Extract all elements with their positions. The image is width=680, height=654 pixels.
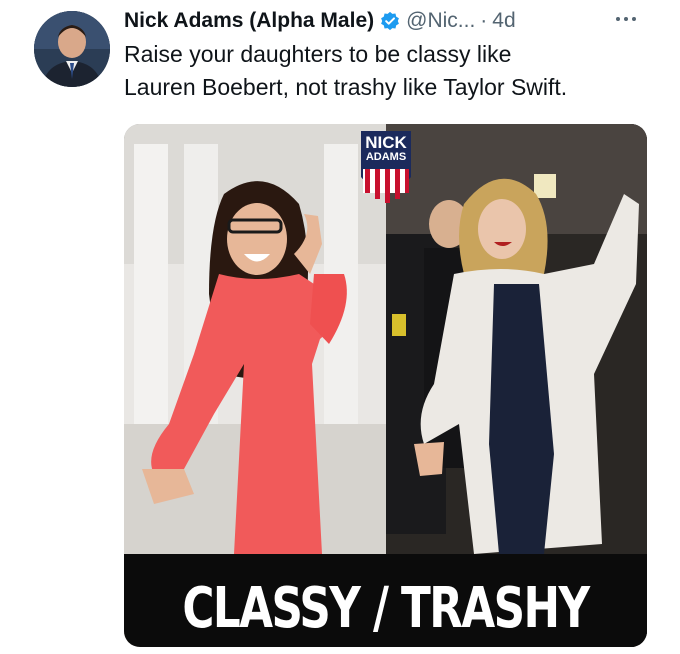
media-caption: CLASSY / TRASHY: [182, 576, 590, 641]
more-options-icon[interactable]: [612, 9, 640, 29]
avatar-image: [34, 11, 110, 87]
tweet-text-line-2: Lauren Boebert, not trashy like Taylor S…: [124, 74, 568, 100]
timestamp[interactable]: 4d: [492, 9, 515, 33]
separator-dot: ·: [480, 9, 488, 32]
tweet-header: Nick Adams (Alpha Male) @Nic... · 4d: [124, 6, 640, 36]
logo-line-1: NICK: [365, 133, 407, 152]
avatar[interactable]: [34, 11, 110, 87]
verified-badge-icon[interactable]: [380, 11, 400, 31]
tweet-media-image[interactable]: NICK ADAMS CLASSY / TRASHY: [124, 124, 647, 647]
nick-adams-logo: NICK ADAMS: [361, 131, 411, 207]
author-handle[interactable]: @Nic...: [406, 9, 475, 33]
author-name[interactable]: Nick Adams (Alpha Male): [124, 9, 374, 33]
tweet-text: Raise your daughters to be classy like L…: [124, 38, 654, 104]
tweet-text-line-1: Raise your daughters to be classy like: [124, 41, 512, 67]
logo-line-2: ADAMS: [365, 151, 407, 163]
